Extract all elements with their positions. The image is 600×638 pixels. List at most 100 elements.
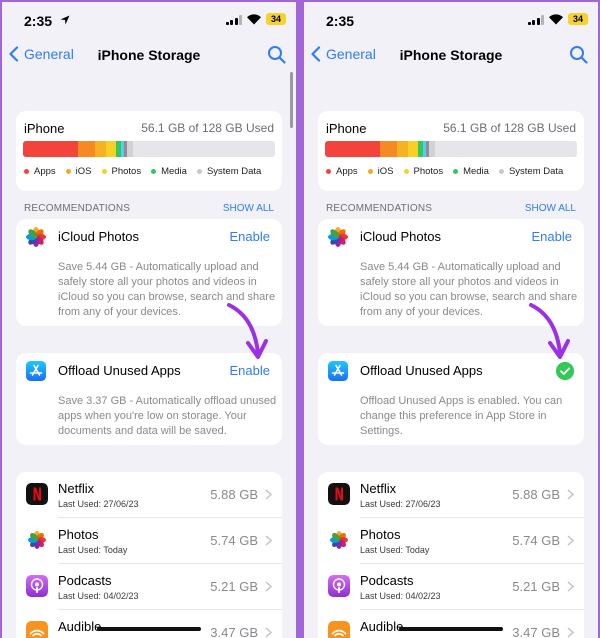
storage-bar (23, 141, 275, 157)
icloud-enable-button[interactable]: Enable (230, 229, 270, 244)
annotation-arrow (227, 303, 268, 359)
storage-bar (325, 141, 577, 157)
icloud-photos-title: iCloud Photos (58, 229, 139, 244)
app-size: 5.21 GB (210, 579, 258, 594)
app-row-photos[interactable]: Photos Last Used: Today 5.74 GB (318, 518, 584, 564)
storage-used: 56.1 GB of 128 GB Used (141, 121, 274, 135)
app-last-used: Last Used: Today (360, 545, 430, 555)
app-size: 5.74 GB (210, 533, 258, 548)
podcasts-icon (26, 575, 48, 597)
device-name: iPhone (326, 121, 367, 136)
status-bar: 2:35 34 (2, 2, 296, 40)
app-name: Netflix (58, 481, 95, 496)
app-row-podcasts[interactable]: Podcasts Last Used: 04/02/23 5.21 GB (318, 564, 584, 610)
app-size: 5.74 GB (512, 533, 560, 548)
netflix-icon (26, 483, 48, 505)
bar-segment-ios-2 (95, 141, 106, 157)
screen-before: 2:35 34 General iPhone Storage iPhone 56… (2, 2, 296, 638)
wifi-icon (549, 14, 563, 25)
home-indicator[interactable] (97, 627, 201, 631)
offload-apps-title: Offload Unused Apps (360, 363, 483, 378)
app-last-used: Last Used: 27/06/23 (360, 499, 441, 509)
show-all-button[interactable]: SHOW ALL (223, 203, 274, 214)
checkmark-enabled-icon (556, 362, 574, 380)
app-last-used: Last Used: Today (58, 545, 128, 555)
search-icon[interactable] (267, 45, 286, 64)
app-name: Podcasts (58, 573, 112, 588)
app-name: Netflix (360, 481, 397, 496)
bar-segment-photos (106, 141, 116, 157)
icloud-photos-title: iCloud Photos (360, 229, 441, 244)
offload-apps-title: Offload Unused Apps (58, 363, 181, 378)
app-row-podcasts[interactable]: Podcasts Last Used: 04/02/23 5.21 GB (16, 564, 282, 610)
legend-system-data: System Data (498, 166, 563, 177)
photos-app-icon (328, 227, 348, 247)
chevron-right-icon (567, 581, 574, 592)
wifi-icon (247, 14, 261, 25)
chevron-right-icon (567, 627, 574, 638)
photos-app-icon (26, 227, 46, 247)
show-all-button[interactable]: SHOW ALL (525, 203, 576, 214)
status-time: 2:35 (24, 13, 53, 29)
device-name: iPhone (24, 121, 65, 136)
app-row-netflix[interactable]: Netflix Last Used: 27/06/23 5.88 GB (318, 472, 584, 518)
chevron-right-icon (265, 489, 272, 500)
app-name: Audible (58, 619, 102, 634)
legend-ios: iOS (65, 166, 92, 177)
app-size: 5.88 GB (210, 487, 258, 502)
back-label: General (326, 46, 376, 62)
app-row-photos[interactable]: Photos Last Used: Today 5.74 GB (16, 518, 282, 564)
status-bar: 2:35 34 (304, 2, 598, 40)
recommendations-header: RECOMMENDATIONS (326, 203, 433, 214)
nav-bar: General iPhone Storage (304, 40, 598, 70)
bar-segment-system-2 (127, 141, 133, 157)
search-icon[interactable] (569, 45, 588, 64)
app-name: Photos (58, 527, 99, 542)
offload-apps-description: Offload Unused Apps is enabled. You can … (360, 395, 563, 437)
offload-apps-card: Offload Unused Apps Offload Unused Apps … (318, 353, 584, 445)
location-icon (60, 15, 70, 25)
app-row-audible[interactable]: Audible 3.47 GB (16, 610, 282, 638)
app-last-used: Last Used: 04/02/23 (58, 591, 139, 601)
app-name: Podcasts (360, 573, 414, 588)
annotation-arrow (529, 303, 570, 359)
legend-media: Media (151, 166, 187, 177)
recommendations-header: RECOMMENDATIONS (24, 203, 131, 214)
bar-segment-ios-2 (397, 141, 408, 157)
app-size: 3.47 GB (210, 625, 258, 638)
icloud-enable-button[interactable]: Enable (532, 229, 572, 244)
storage-legend: Apps iOS Photos Media System Data (24, 166, 261, 177)
bar-segment-ios (78, 141, 95, 157)
netflix-icon (328, 483, 350, 505)
signal-icon (527, 15, 544, 25)
back-button[interactable]: General (310, 46, 376, 62)
chevron-right-icon (265, 535, 272, 546)
legend-apps: Apps (326, 166, 358, 177)
legend-ios: iOS (367, 166, 394, 177)
app-row-audible[interactable]: Audible 3.47 GB (318, 610, 584, 638)
offload-enable-button[interactable]: Enable (230, 363, 270, 378)
scrollbar[interactable] (290, 72, 293, 128)
bar-segment-system-2 (429, 141, 435, 157)
chevron-right-icon (567, 535, 574, 546)
back-button[interactable]: General (8, 46, 74, 62)
storage-summary-card: iPhone 56.1 GB of 128 GB Used Apps iOS P… (318, 111, 584, 191)
chevron-right-icon (265, 581, 272, 592)
apps-list: Netflix Last Used: 27/06/23 5.88 GB Phot… (318, 472, 584, 638)
legend-photos: Photos (101, 166, 141, 177)
legend-apps: Apps (24, 166, 56, 177)
battery-icon: 34 (266, 13, 286, 25)
screen-after: 2:35 34 General iPhone Storage iPhone 56… (304, 2, 598, 638)
app-name: Photos (360, 527, 401, 542)
signal-icon (225, 15, 242, 25)
photos-app-icon (328, 529, 350, 551)
storage-legend: Apps iOS Photos Media System Data (326, 166, 563, 177)
apps-list: Netflix Last Used: 27/06/23 5.88 GB Phot… (16, 472, 282, 638)
app-size: 5.88 GB (512, 487, 560, 502)
app-row-netflix[interactable]: Netflix Last Used: 27/06/23 5.88 GB (16, 472, 282, 518)
home-indicator[interactable] (399, 627, 503, 631)
chevron-right-icon (567, 489, 574, 500)
legend-photos: Photos (403, 166, 443, 177)
bar-segment-apps (23, 141, 78, 157)
back-label: General (24, 46, 74, 62)
